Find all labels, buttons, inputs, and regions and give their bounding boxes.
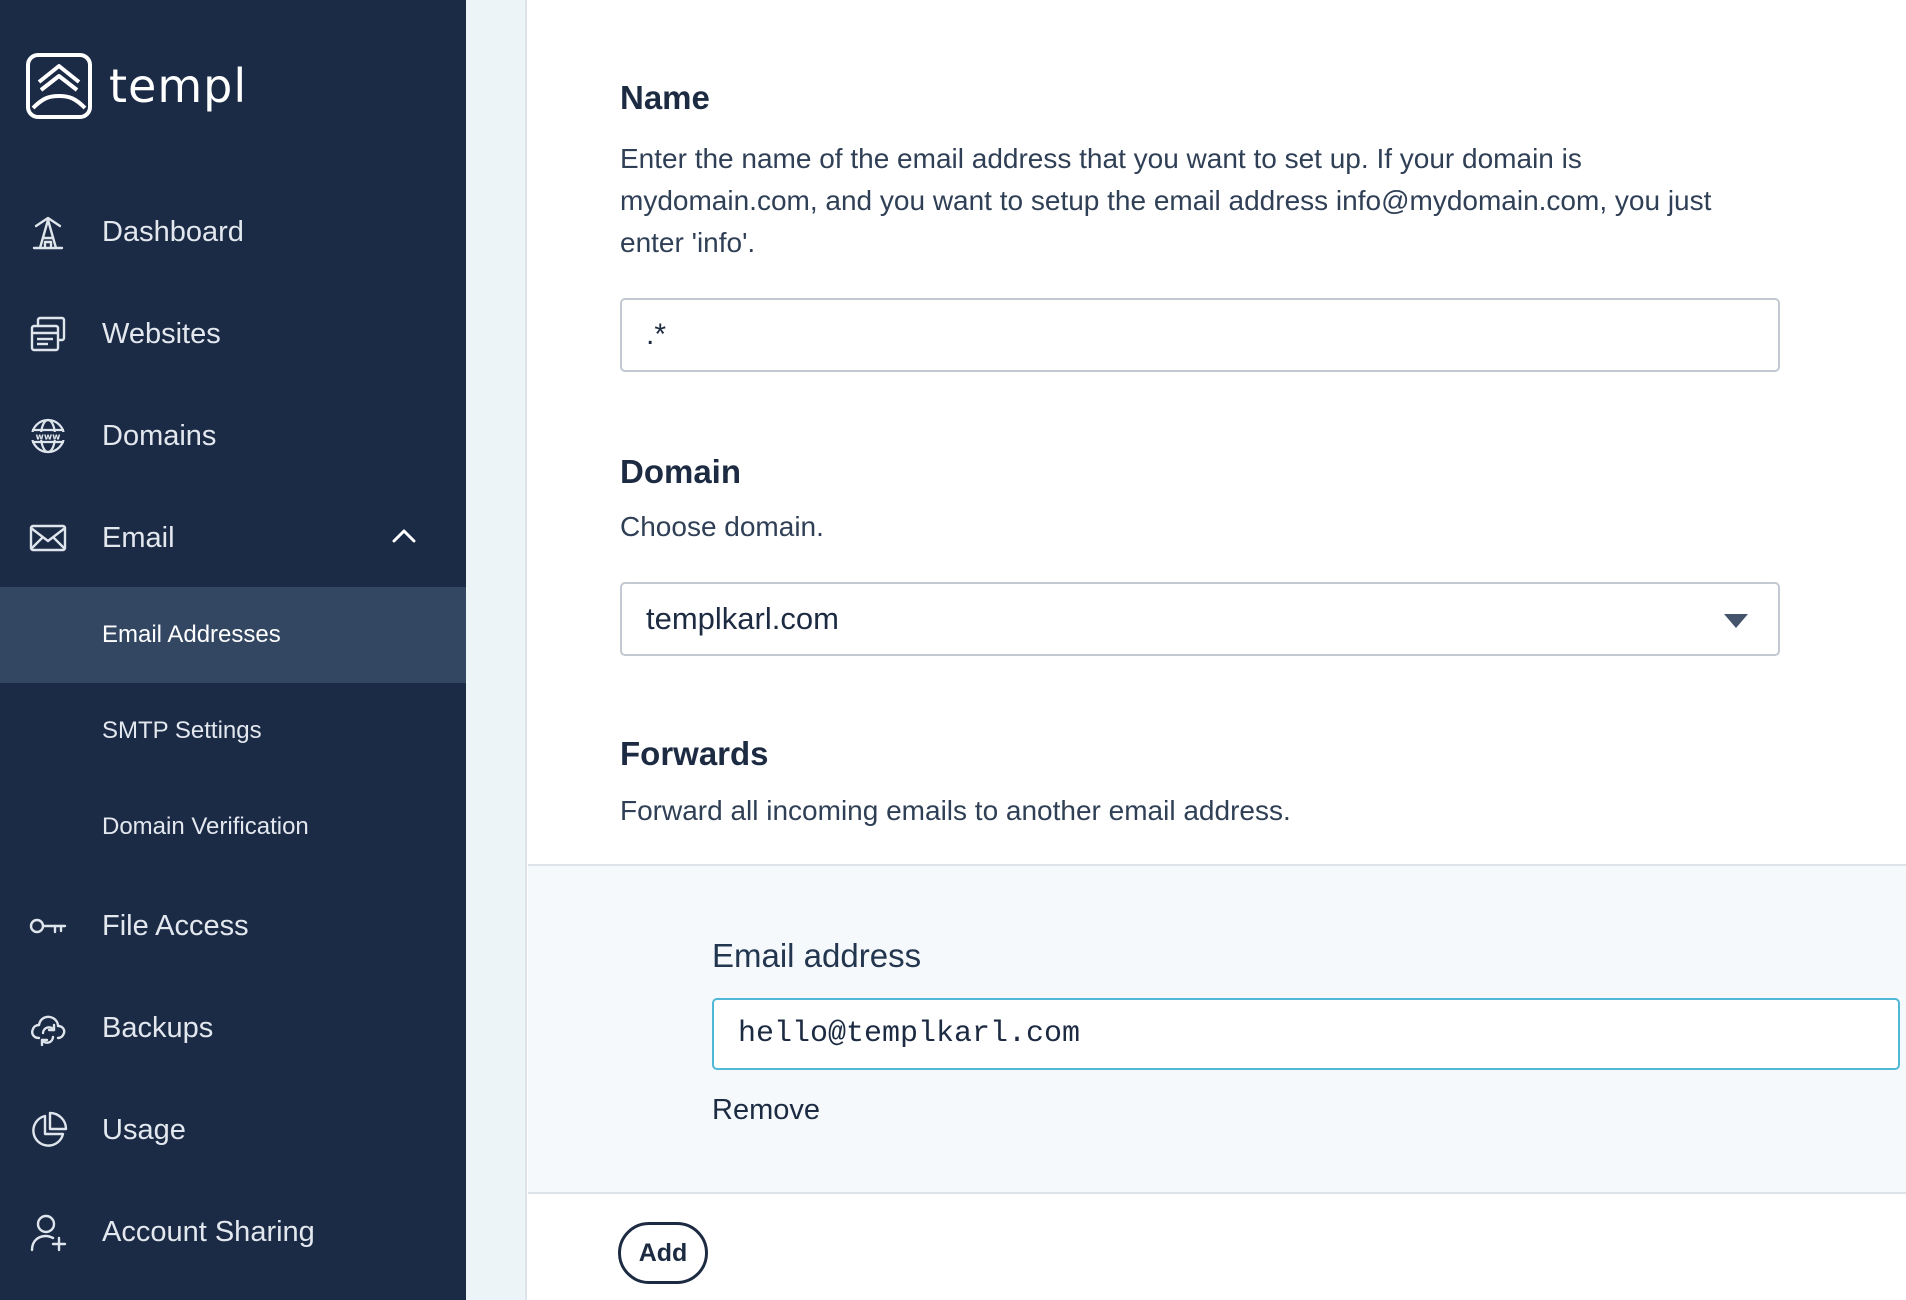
sidebar-item-label: Email (102, 522, 175, 554)
globe-www-icon: www (28, 416, 68, 456)
email-address-form: Name Enter the name of the email address… (528, 0, 1906, 1300)
content-gutter (466, 0, 527, 1300)
sidebar-item-email[interactable]: Email (0, 490, 466, 586)
sidebar-item-file-access[interactable]: File Access (0, 878, 466, 974)
forwards-section-description: Forward all incoming emails to another e… (620, 795, 1291, 826)
name-section-title: Name (620, 79, 710, 116)
sidebar-subitem-email-addresses[interactable]: Email Addresses (0, 587, 466, 683)
sidebar-subitem-label: Email Addresses (102, 621, 281, 648)
sidebar-item-label: Dashboard (102, 216, 244, 248)
user-add-icon (28, 1212, 68, 1252)
sidebar-item-account-sharing[interactable]: Account Sharing (0, 1184, 466, 1280)
domain-select-value: templkarl.com (646, 601, 839, 636)
templ-logo-icon (26, 53, 92, 119)
dashboard-icon (28, 212, 68, 252)
sidebar-item-domains[interactable]: www Domains (0, 388, 466, 484)
sidebar-subitem-domain-verification[interactable]: Domain Verification (0, 779, 466, 875)
pie-chart-icon (28, 1110, 68, 1150)
remove-forward-link[interactable]: Remove (712, 1090, 820, 1130)
sidebar-item-dashboard[interactable]: Dashboard (0, 184, 466, 280)
domain-select[interactable]: templkarl.com (620, 582, 1780, 656)
forwards-section-title: Forwards (620, 735, 769, 772)
sidebar-item-label: Usage (102, 1114, 186, 1146)
key-icon (28, 906, 68, 946)
sidebar-item-websites[interactable]: Websites (0, 286, 466, 382)
domain-section-title: Domain (620, 453, 742, 490)
sidebar-item-label: Account Sharing (102, 1216, 315, 1248)
sidebar-subitem-label: Domain Verification (102, 813, 309, 840)
caret-down-icon (1724, 614, 1748, 628)
envelope-icon (28, 518, 68, 558)
brand-name: templ (109, 59, 248, 113)
sidebar-item-label: Backups (102, 1012, 214, 1044)
chevron-up-icon[interactable] (388, 518, 420, 558)
cloud-sync-icon (28, 1008, 68, 1048)
sidebar-item-backups[interactable]: Backups (0, 980, 466, 1076)
domain-section-description: Choose domain. (620, 511, 824, 542)
forward-entry-panel: Email address Remove (528, 864, 1906, 1194)
brand-logo[interactable]: templ (25, 52, 247, 120)
name-input[interactable] (620, 298, 1780, 372)
sidebar-subitem-smtp-settings[interactable]: SMTP Settings (0, 683, 466, 779)
websites-icon (28, 314, 68, 354)
sidebar-item-usage[interactable]: Usage (0, 1082, 466, 1178)
sidebar: templ Dashboard Websites www Domains Ema… (0, 0, 466, 1300)
add-forward-button[interactable]: Add (618, 1222, 708, 1284)
sidebar-subitem-label: SMTP Settings (102, 717, 262, 744)
sidebar-item-label: Domains (102, 420, 217, 452)
sidebar-item-label: File Access (102, 910, 249, 942)
forward-email-input[interactable] (712, 998, 1900, 1070)
name-section-description: Enter the name of the email address that… (620, 143, 1712, 258)
forward-email-label: Email address (712, 937, 922, 974)
sidebar-item-label: Websites (102, 318, 221, 350)
svg-text:www: www (36, 433, 61, 443)
